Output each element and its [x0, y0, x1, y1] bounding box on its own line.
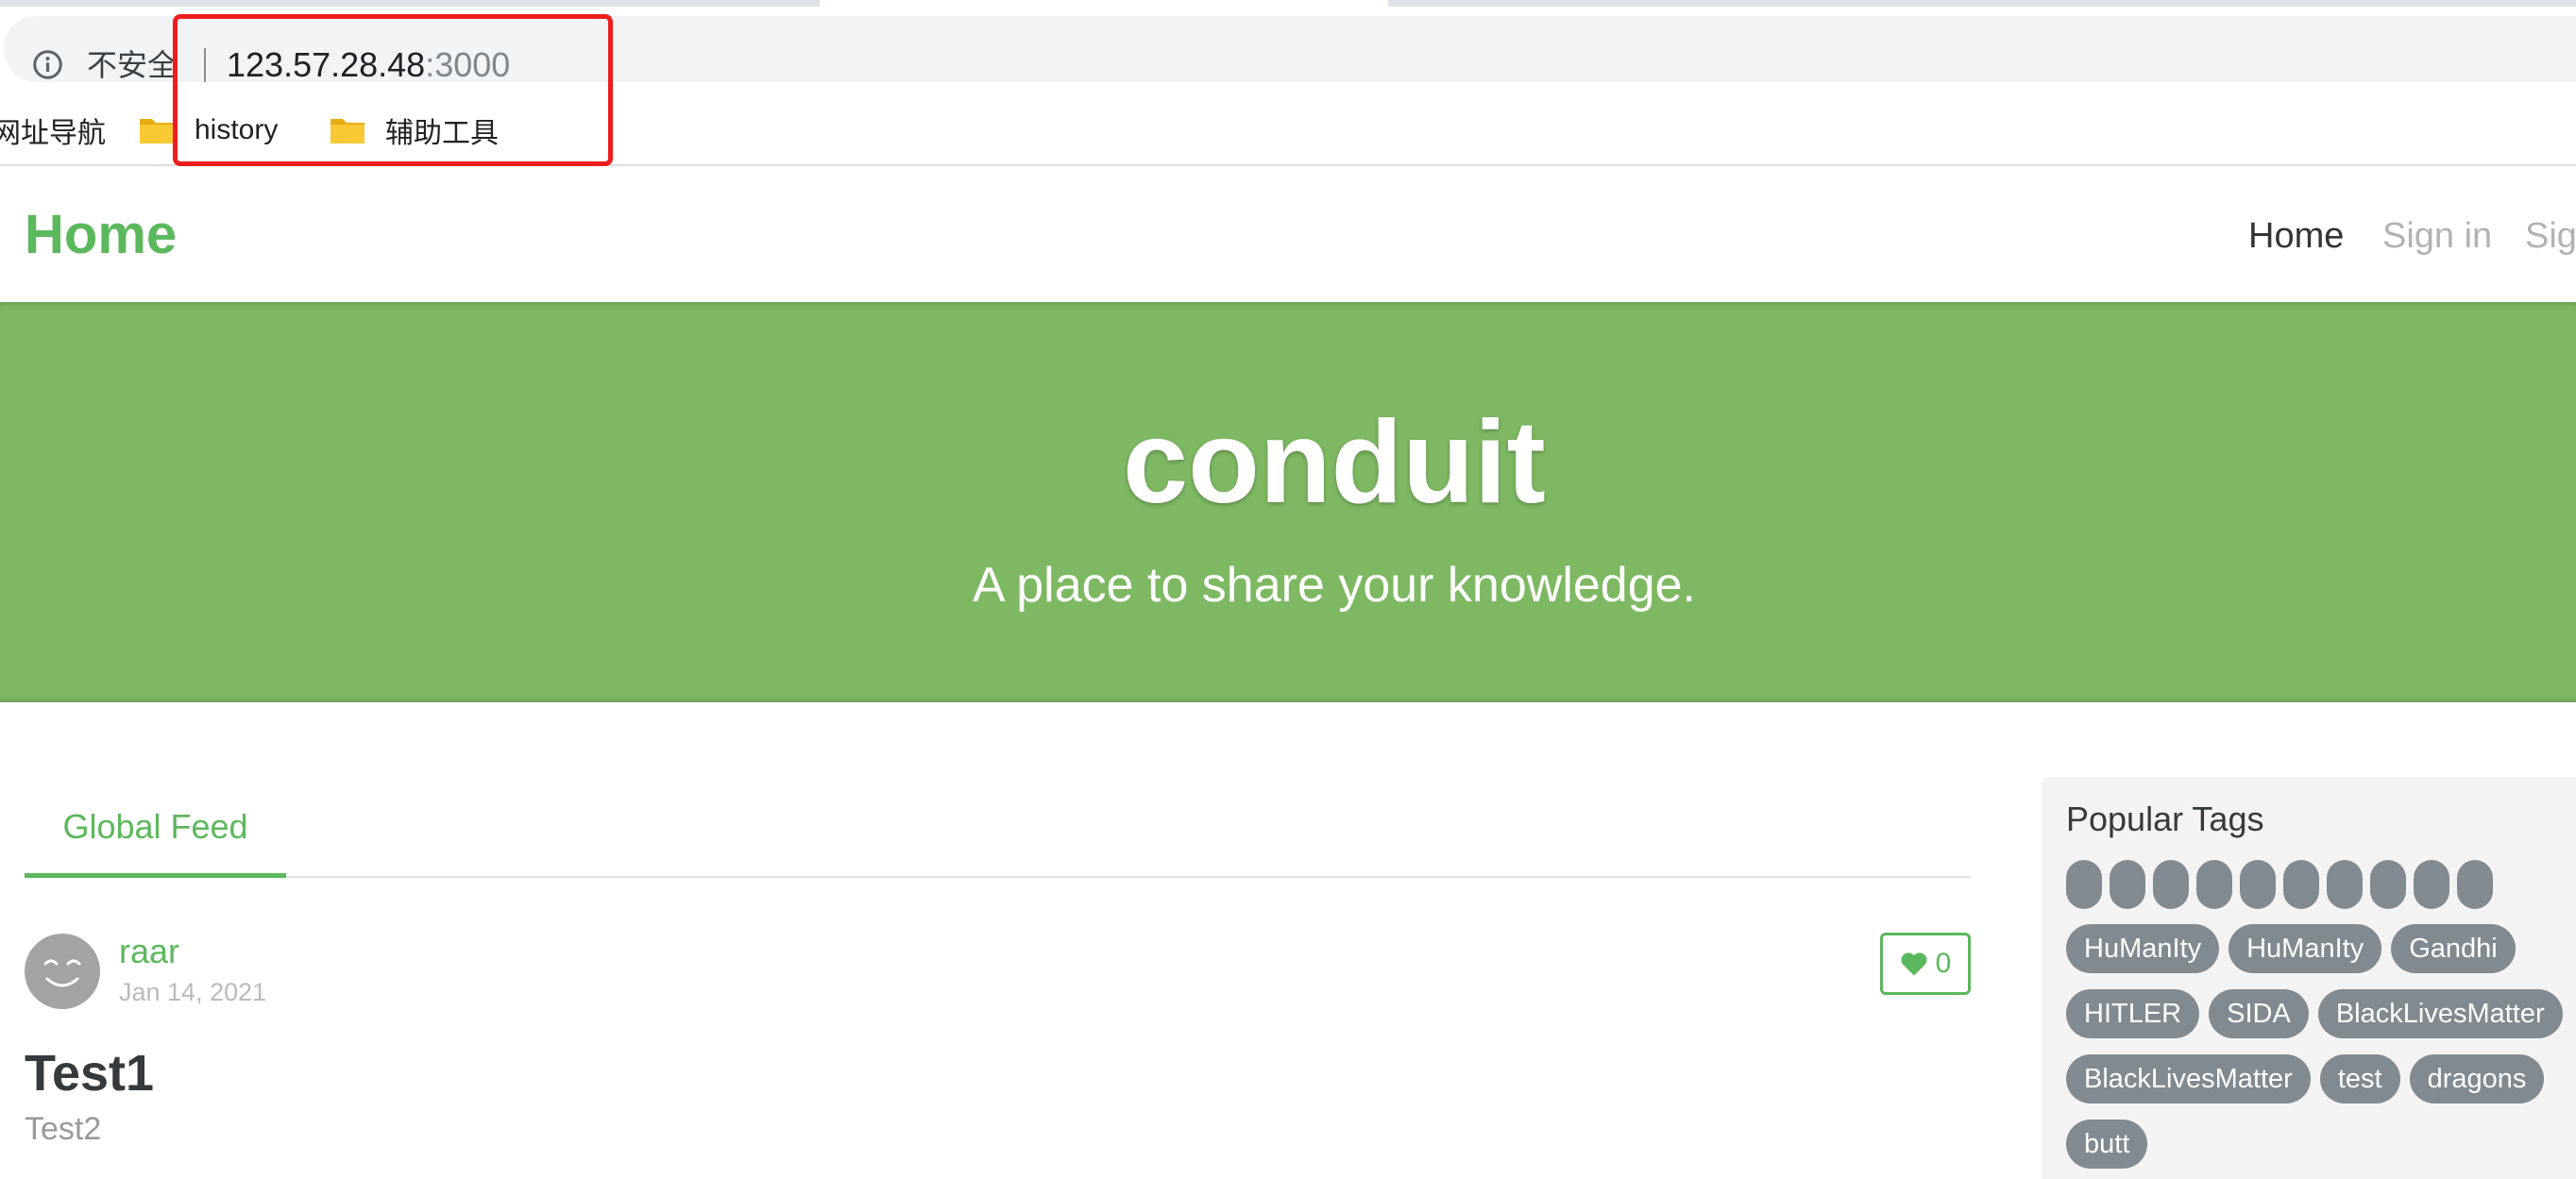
- article-description[interactable]: Test2: [25, 1106, 101, 1152]
- tag-pill[interactable]: butt: [2066, 1120, 2148, 1169]
- tag-pill[interactable]: HITLER: [2066, 989, 2200, 1038]
- tag-pill[interactable]: dragons: [2409, 1054, 2545, 1103]
- nav-link-home[interactable]: Home: [2248, 210, 2344, 262]
- tag-row: butt: [2066, 1120, 2576, 1169]
- tag-row: HuManIty HuManIty Gandhi: [2066, 924, 2576, 973]
- heart-icon: [1901, 952, 1927, 976]
- tag-pill[interactable]: test: [2319, 1054, 2400, 1103]
- hero-banner: conduit A place to share your knowledge.: [0, 302, 2576, 702]
- article-preview[interactable]: raar Jan 14, 2021 0 Test1 Test2: [25, 930, 1971, 1179]
- nav-link-sign-up[interactable]: Sig: [2525, 210, 2576, 262]
- tag-pill[interactable]: BlackLivesMatter: [2066, 1054, 2311, 1103]
- tag-pill[interactable]: HuManIty: [2229, 924, 2382, 973]
- tag-pill[interactable]: HuManIty: [2066, 924, 2220, 973]
- tag-row: HITLER SIDA BlackLivesMatter: [2066, 989, 2576, 1038]
- insecure-label[interactable]: 不安全: [87, 43, 178, 87]
- tag-pill[interactable]: SIDA: [2209, 989, 2309, 1038]
- nav-link-sign-in[interactable]: Sign in: [2382, 210, 2492, 262]
- folder-icon: [140, 119, 174, 143]
- empty-tag-pill[interactable]: [2283, 860, 2319, 909]
- empty-tag-pill[interactable]: [2110, 860, 2145, 909]
- banner-subtitle: A place to share your knowledge.: [972, 558, 1697, 613]
- favorite-count: 0: [1935, 948, 1952, 979]
- article-date: Jan 14, 2021: [119, 978, 267, 1006]
- blank-tag-row: [2066, 860, 2576, 909]
- annotation-highlight-box: [173, 14, 613, 166]
- sidebar-title: Popular Tags: [2066, 800, 2264, 838]
- empty-tag-pill[interactable]: [2327, 860, 2363, 909]
- feed-tabs: Global Feed: [25, 783, 1971, 878]
- bookmark-label: 网址导航: [0, 117, 106, 150]
- empty-tag-pill[interactable]: [2240, 860, 2276, 909]
- empty-tag-pill[interactable]: [2370, 860, 2406, 909]
- empty-tag-pill[interactable]: [2196, 860, 2232, 909]
- empty-tag-pill[interactable]: [2414, 860, 2449, 909]
- app-navbar: Home Home Sign in Sig: [0, 168, 2576, 302]
- tab-strip-segment: [1388, 0, 2576, 7]
- navbar-brand[interactable]: Home: [25, 202, 177, 268]
- empty-tag-pill[interactable]: [2066, 860, 2102, 909]
- info-icon[interactable]: [32, 49, 63, 80]
- avatar[interactable]: [25, 934, 100, 1009]
- tab-global-feed[interactable]: Global Feed: [25, 783, 286, 878]
- tag-pill[interactable]: BlackLivesMatter: [2317, 989, 2563, 1038]
- favorite-button[interactable]: 0: [1880, 933, 1971, 995]
- tab-strip-segment: [0, 0, 820, 7]
- tag-row: BlackLivesMatter test dragons: [2066, 1054, 2576, 1103]
- browser-tabstrip: [0, 0, 2576, 9]
- tag-list: HuManIty HuManIty Gandhi HITLER SIDA Bla…: [2066, 860, 2576, 1179]
- bookmark-url-nav[interactable]: 网址导航: [0, 94, 106, 166]
- empty-tag-pill[interactable]: [2153, 860, 2189, 909]
- article-author[interactable]: raar: [119, 928, 179, 975]
- banner-title: conduit: [1123, 397, 1546, 528]
- article-title[interactable]: Test1: [25, 1043, 154, 1103]
- tag-pill[interactable]: Gandhi: [2391, 924, 2516, 973]
- empty-tag-pill[interactable]: [2457, 860, 2493, 909]
- popular-tags-sidebar: Popular Tags HuManIty HuManIty Gandhi HI…: [2042, 777, 2576, 1179]
